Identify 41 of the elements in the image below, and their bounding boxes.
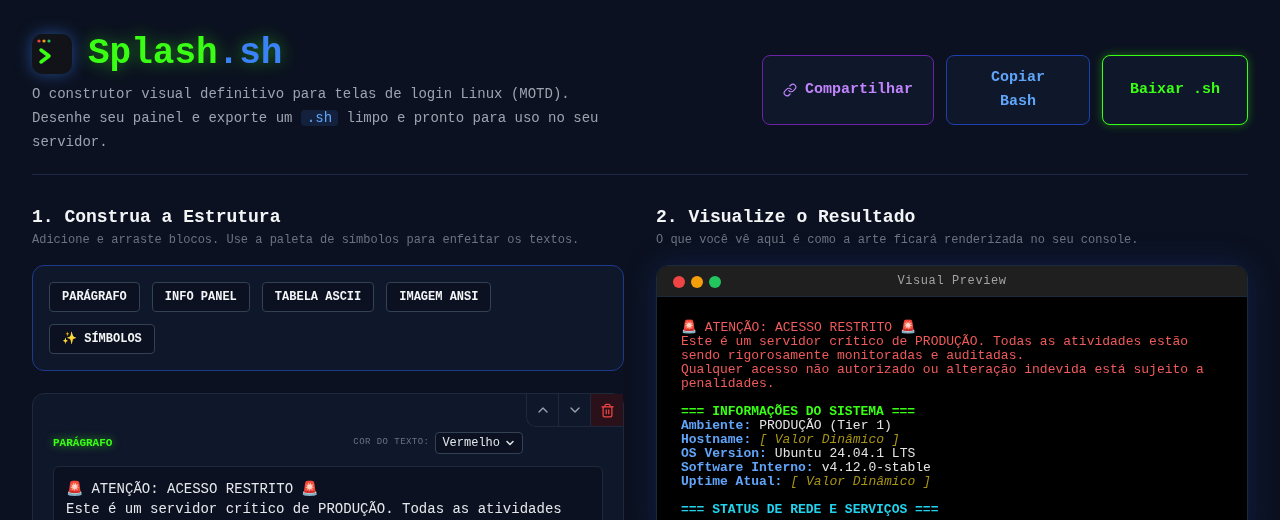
section-title: 2. Visualize o Resultado — [656, 206, 917, 229]
console-line: 🚨 ATENÇÃO: ACESSO RESTRITO 🚨 — [681, 321, 916, 335]
console-value: [ Valor Dinâmico ] — [759, 433, 900, 447]
link-icon — [783, 83, 797, 97]
section-subtitle: O que você vê aqui é como a arte ficará renderizada no seu console. — [656, 232, 1140, 249]
download-button[interactable]: Baixar .sh — [1102, 55, 1248, 125]
console-heading: === INFORMAÇÕES DO SISTEMA === — [681, 405, 917, 419]
palette-button[interactable]: PARÁGRAFO — [49, 282, 140, 312]
window-title: Visual Preview — [897, 273, 1007, 290]
console-line: Este é um servidor crítico de PRODUÇÃO. Todas as atividades estão — [681, 335, 1190, 349]
palette-button[interactable]: ✨ SÍMBOLOS — [49, 324, 155, 354]
console-key: Software Interno: — [681, 461, 814, 475]
console-value: Ubuntu 24.04.1 LTS — [774, 447, 916, 461]
palette-button[interactable]: IMAGEM ANSI — [386, 282, 492, 312]
console-key: Ambiente: — [681, 419, 752, 433]
share-button[interactable]: Compartilhar — [762, 55, 934, 125]
copy-button[interactable]: Copiar Bash — [946, 55, 1090, 125]
console-line: penalidades. — [681, 377, 776, 391]
terminal-logo-icon — [32, 34, 72, 74]
block-type-label: PARÁGRAFO — [53, 435, 113, 451]
delete-button[interactable] — [591, 394, 623, 426]
description: Desenhe seu painel e exporte um .sh limpo e pronto para uso no seu servidor. — [32, 109, 600, 152]
console-key: Uptime Atual: — [681, 475, 783, 489]
color-select[interactable]: Vermelho — [435, 432, 523, 454]
app-title: Splash.sh — [88, 32, 283, 76]
console-value: [ Valor Dinâmico ] — [790, 475, 931, 489]
tagline: O construtor visual definitivo para telas de login Linux (MOTD). — [32, 85, 571, 104]
console-key: Hostname: — [681, 433, 752, 447]
palette-button[interactable]: INFO PANEL — [151, 282, 250, 312]
console-line: sendo rigorosamente monitoradas e auditadas. — [681, 349, 1026, 363]
text-input[interactable]: 🚨 ATENÇÃO: ACESSO RESTRITO 🚨 Este é um servidor crítico de PRODUÇÃO. Todas as atividades — [53, 466, 603, 520]
console-key: OS Version: — [681, 447, 767, 461]
console-value: PRODUÇÃO (Tier 1) — [759, 419, 892, 433]
color-label: COR DO TEXTO: — [353, 436, 430, 450]
trash-icon — [599, 402, 615, 418]
section-title: 1. Construa a Estrutura — [32, 206, 282, 229]
console-heading: === STATUS DE REDE E SERVIÇOS === — [681, 503, 940, 517]
section-subtitle: Adicione e arraste blocos. Use a paleta de símbolos para enfeitar os textos. — [32, 232, 581, 249]
console-line: Qualquer acesso não autorizado ou alteração indevida está sujeito a — [681, 363, 1205, 377]
console-value: v4.12.0-stable — [821, 461, 931, 475]
palette-button[interactable]: TABELA ASCII — [261, 282, 375, 312]
